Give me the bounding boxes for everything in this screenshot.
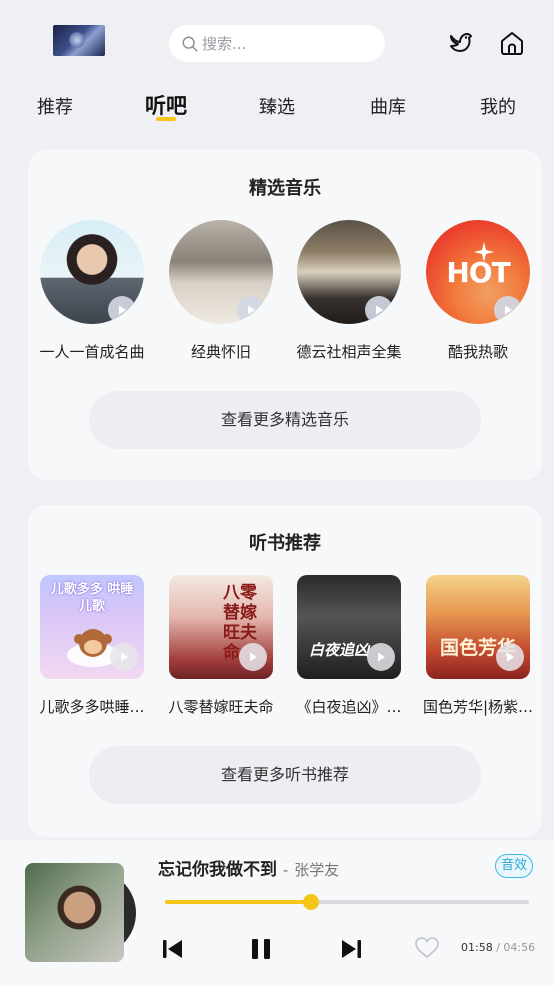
elapsed-time: 01:58	[461, 941, 493, 954]
section-title: 精选音乐	[249, 178, 321, 199]
tab-tingba[interactable]: 听吧	[145, 90, 187, 120]
playlist-name: 德云社相声全集	[296, 343, 402, 361]
play-icon[interactable]	[110, 643, 138, 671]
progress-fill	[165, 900, 311, 904]
song-title: 忘记你我做不到	[158, 860, 277, 880]
playlist-item[interactable]: HOT 酷我热歌	[426, 220, 530, 361]
home-icon[interactable]	[499, 30, 525, 56]
audiobook-cover: 儿歌多多 哄睡儿歌	[40, 575, 144, 679]
audiobook-card: 听书推荐 儿歌多多 哄睡儿歌 儿歌多多哄睡… 八零替嫁旺夫命 八零替嫁旺夫命 白…	[28, 505, 542, 837]
artist-name: 张学友	[294, 861, 340, 879]
play-icon[interactable]	[108, 296, 136, 324]
playlist-cover	[297, 220, 401, 324]
playlist-name: 酷我热歌	[447, 343, 508, 361]
next-icon[interactable]	[338, 936, 364, 962]
active-tab-indicator	[156, 117, 176, 121]
tab-mine[interactable]: 我的	[480, 93, 516, 119]
audiobook-item[interactable]: 国色芳华 国色芳华|杨紫…	[423, 575, 533, 716]
featured-music-card: 精选音乐 一人一首成名曲 经典怀旧 德云社相声全集 HOT 酷我热歌 查看更多精…	[28, 150, 542, 480]
bird-icon[interactable]	[448, 30, 474, 56]
section-title: 听书推荐	[249, 533, 321, 554]
play-icon[interactable]	[239, 643, 267, 671]
audiobook-item[interactable]: 八零替嫁旺夫命 八零替嫁旺夫命	[168, 575, 274, 716]
pause-icon[interactable]	[248, 936, 274, 962]
play-icon[interactable]	[367, 643, 395, 671]
audiobook-name: 国色芳华|杨紫…	[422, 698, 534, 716]
play-icon[interactable]	[494, 296, 522, 324]
play-icon[interactable]	[237, 296, 265, 324]
progress-knob[interactable]	[302, 894, 319, 910]
playlist-cover	[169, 220, 273, 324]
sound-effect-button[interactable]: 音效	[495, 854, 533, 878]
previous-icon[interactable]	[160, 936, 186, 962]
total-time: 04:56	[503, 941, 536, 954]
cover-title: 白夜追凶	[309, 641, 370, 659]
playlist-item[interactable]: 德云社相声全集	[296, 220, 402, 361]
audiobook-name: 儿歌多多哄睡…	[39, 698, 145, 716]
title-separator: -	[282, 861, 289, 879]
playlist-item[interactable]: 经典怀旧	[169, 220, 273, 361]
audiobook-cover: 国色芳华	[426, 575, 530, 679]
progress-bar[interactable]	[165, 894, 529, 910]
playlist-cover: HOT	[426, 220, 530, 324]
top-bar: 搜索...	[0, 0, 554, 80]
audiobook-item[interactable]: 儿歌多多 哄睡儿歌 儿歌多多哄睡…	[39, 575, 145, 716]
time-separator: /	[496, 941, 500, 954]
tab-recommend[interactable]: 推荐	[37, 93, 73, 119]
playlist-name: 经典怀旧	[190, 343, 251, 361]
search-placeholder: 搜索...	[202, 35, 247, 53]
play-icon[interactable]	[365, 296, 393, 324]
user-avatar[interactable]	[53, 25, 105, 56]
heart-icon[interactable]	[414, 935, 440, 961]
audiobook-name: 八零替嫁旺夫命	[168, 698, 274, 716]
tab-bar: 推荐 听吧 臻选 曲库 我的	[0, 88, 554, 128]
tab-library[interactable]: 曲库	[370, 93, 406, 119]
more-audiobooks-button[interactable]: 查看更多听书推荐	[89, 746, 481, 804]
playlist-item[interactable]: 一人一首成名曲	[39, 220, 145, 361]
album-cover[interactable]	[25, 863, 124, 962]
search-icon	[182, 36, 198, 51]
play-icon[interactable]	[496, 643, 524, 671]
cover-title: 儿歌多多 哄睡儿歌	[50, 582, 134, 614]
playlist-name: 一人一首成名曲	[39, 343, 145, 361]
playlist-cover	[40, 220, 144, 324]
more-featured-music-button[interactable]: 查看更多精选音乐	[89, 391, 481, 449]
audiobook-cover: 白夜追凶	[297, 575, 401, 679]
playback-time: 01:58 / 04:56	[461, 941, 535, 954]
hot-label: HOT	[446, 256, 510, 289]
audiobook-item[interactable]: 白夜追凶 《白夜追凶》…	[296, 575, 402, 716]
now-playing-info[interactable]: 忘记你我做不到 - 张学友	[158, 855, 339, 880]
audiobook-name: 《白夜追凶》…	[296, 698, 402, 716]
search-bar[interactable]: 搜索...	[169, 25, 385, 62]
audiobook-cover: 八零替嫁旺夫命	[169, 575, 273, 679]
mini-player: 忘记你我做不到 - 张学友 音效 01:58 / 04:56	[0, 840, 554, 986]
tab-zhenxuan[interactable]: 臻选	[259, 93, 295, 119]
